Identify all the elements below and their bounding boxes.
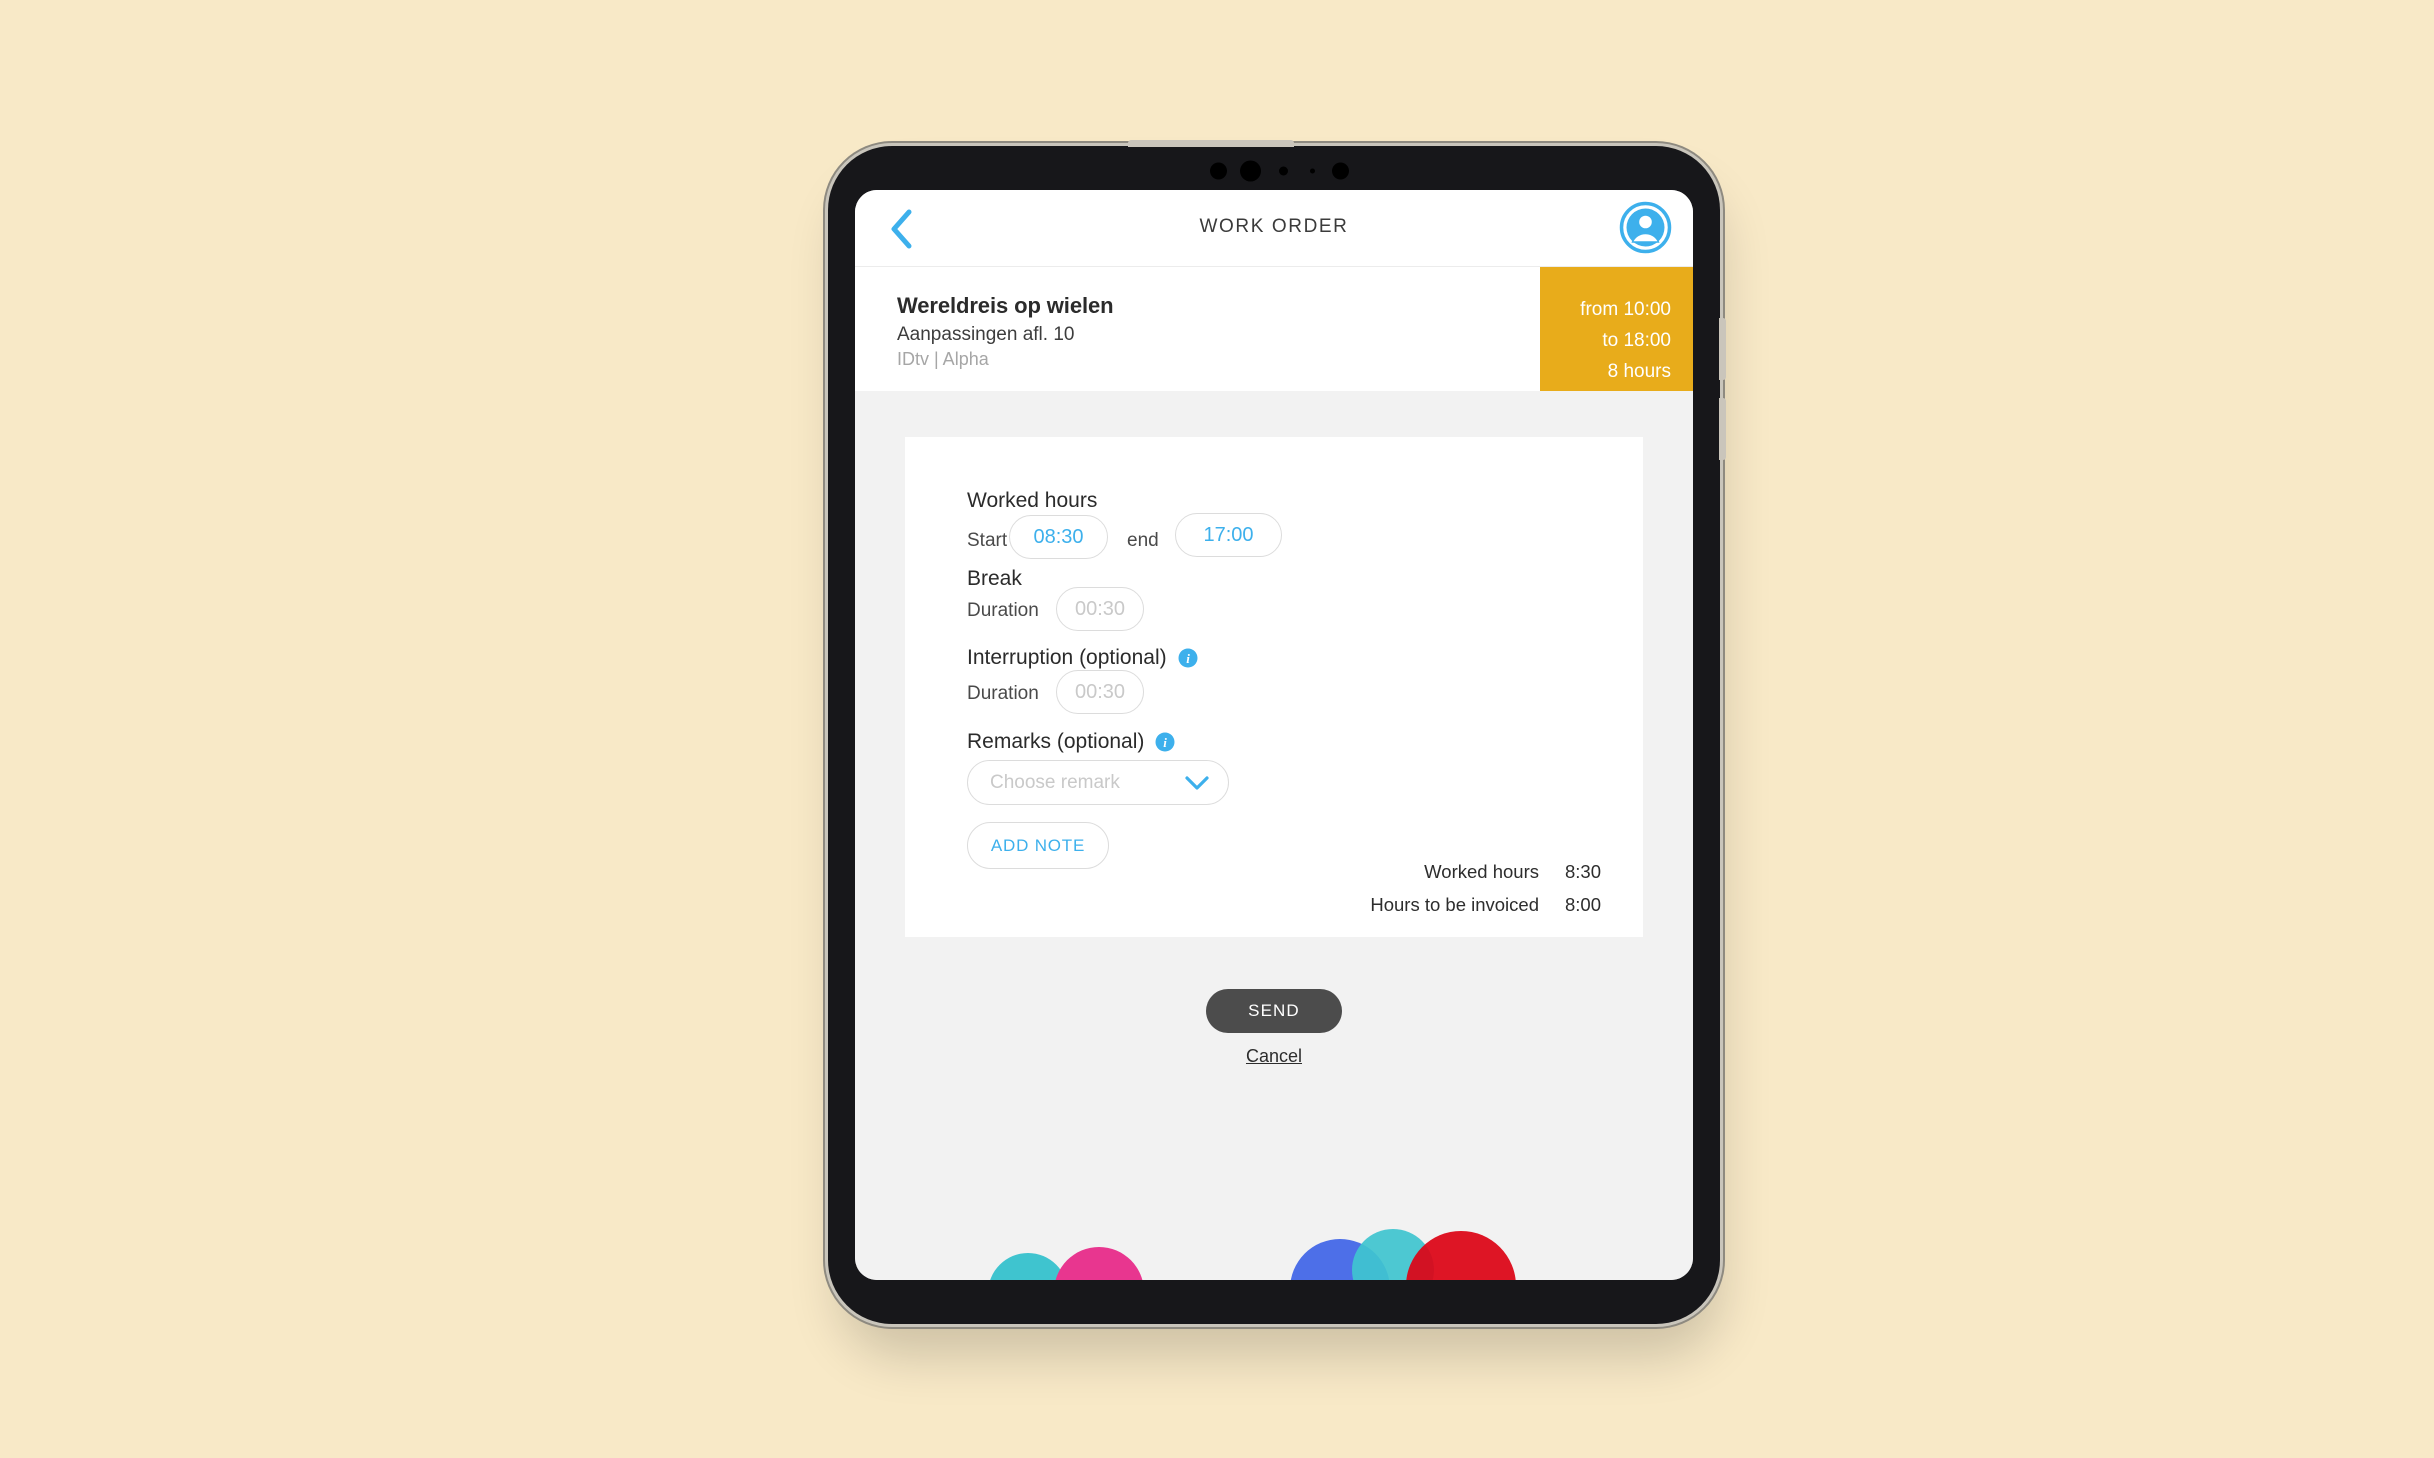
avatar[interactable] (1618, 200, 1673, 255)
content-area: Worked hours Start 08:30 end 17:00 Break… (855, 391, 1693, 1280)
remark-select[interactable]: Choose remark (967, 760, 1229, 805)
decorative-circle-icon (1290, 1239, 1390, 1280)
job-meta: IDtv | Alpha (897, 349, 989, 369)
add-note-button[interactable]: ADD NOTE (967, 822, 1109, 869)
time-badge: from 10:00 to 18:00 8 hours (1540, 267, 1693, 391)
svg-text:i: i (1164, 735, 1168, 750)
svg-text:i: i (1186, 651, 1190, 666)
worked-hours-section-title: Worked hours (967, 489, 1098, 512)
summary-label: Worked hours (1424, 861, 1539, 882)
front-camera-sensor-cluster (828, 146, 1720, 196)
remarks-section-title: Remarks (optional) i (967, 730, 1175, 754)
chevron-down-icon (1185, 776, 1209, 790)
interruption-section-label: Interruption (optional) (967, 646, 1167, 669)
tablet-screen: WORK ORDER Wereldreis op wielen Aanpassi… (855, 190, 1693, 1280)
camera-lens-icon (1210, 162, 1227, 180)
end-time-label: end (1127, 530, 1159, 551)
job-info: Wereldreis op wielen Aanpassingen afl. 1… (897, 293, 1114, 370)
time-badge-total: 8 hours (1607, 360, 1671, 382)
break-duration-input[interactable]: 00:30 (1056, 587, 1144, 631)
volume-up-button[interactable] (1719, 318, 1726, 380)
summary-row: Hours to be invoiced 8:00 (1370, 894, 1601, 916)
proximity-sensor-icon (1310, 168, 1315, 174)
job-header: Wereldreis op wielen Aanpassingen afl. 1… (855, 267, 1693, 391)
summary-label: Hours to be invoiced (1370, 894, 1539, 915)
camera-lens-icon (1332, 162, 1349, 180)
time-badge-from: from 10:00 (1580, 299, 1671, 320)
work-order-form-card: Worked hours Start 08:30 end 17:00 Break… (905, 437, 1643, 937)
interruption-duration-input[interactable]: 00:30 (1056, 670, 1144, 714)
start-time-label: Start (967, 530, 1008, 551)
camera-lens-icon (1240, 160, 1261, 182)
remarks-section-label: Remarks (optional) (967, 730, 1145, 753)
time-badge-to: to 18:00 (1602, 329, 1671, 351)
break-section-title: Break (967, 567, 1022, 590)
send-button[interactable]: SEND (1206, 989, 1342, 1033)
info-icon[interactable]: i (1155, 732, 1175, 752)
summary: Worked hours 8:30 Hours to be invoiced 8… (1370, 861, 1601, 927)
remark-select-placeholder: Choose remark (990, 772, 1120, 793)
summary-value: 8:00 (1564, 894, 1601, 915)
start-time-input[interactable]: 08:30 (1009, 515, 1108, 559)
interruption-section-title: Interruption (optional) i (967, 646, 1198, 670)
page-title: WORK ORDER (1199, 216, 1349, 237)
decorative-circle-icon (1054, 1247, 1144, 1280)
interruption-duration-label: Duration (967, 683, 1039, 704)
cancel-link[interactable]: Cancel (1246, 1046, 1302, 1067)
volume-down-button[interactable] (1719, 398, 1726, 460)
user-avatar-icon (1619, 201, 1672, 254)
end-time-input[interactable]: 17:00 (1175, 513, 1282, 557)
sensor-led-icon (1279, 166, 1288, 176)
decorative-circle-icon (1406, 1231, 1516, 1280)
decorative-circle-icon (988, 1253, 1068, 1280)
info-icon[interactable]: i (1178, 648, 1198, 668)
app-bar: WORK ORDER (855, 190, 1693, 267)
summary-value: 8:30 (1564, 861, 1601, 882)
decorative-circle-icon (1352, 1229, 1434, 1280)
tablet-device-frame: WORK ORDER Wereldreis op wielen Aanpassi… (828, 140, 1726, 1324)
decorative-circles (855, 1191, 1693, 1280)
break-duration-label: Duration (967, 600, 1039, 621)
job-subtitle: Aanpassingen afl. 10 (897, 324, 1075, 345)
summary-row: Worked hours 8:30 (1370, 861, 1601, 883)
job-title: Wereldreis op wielen (897, 293, 1114, 318)
